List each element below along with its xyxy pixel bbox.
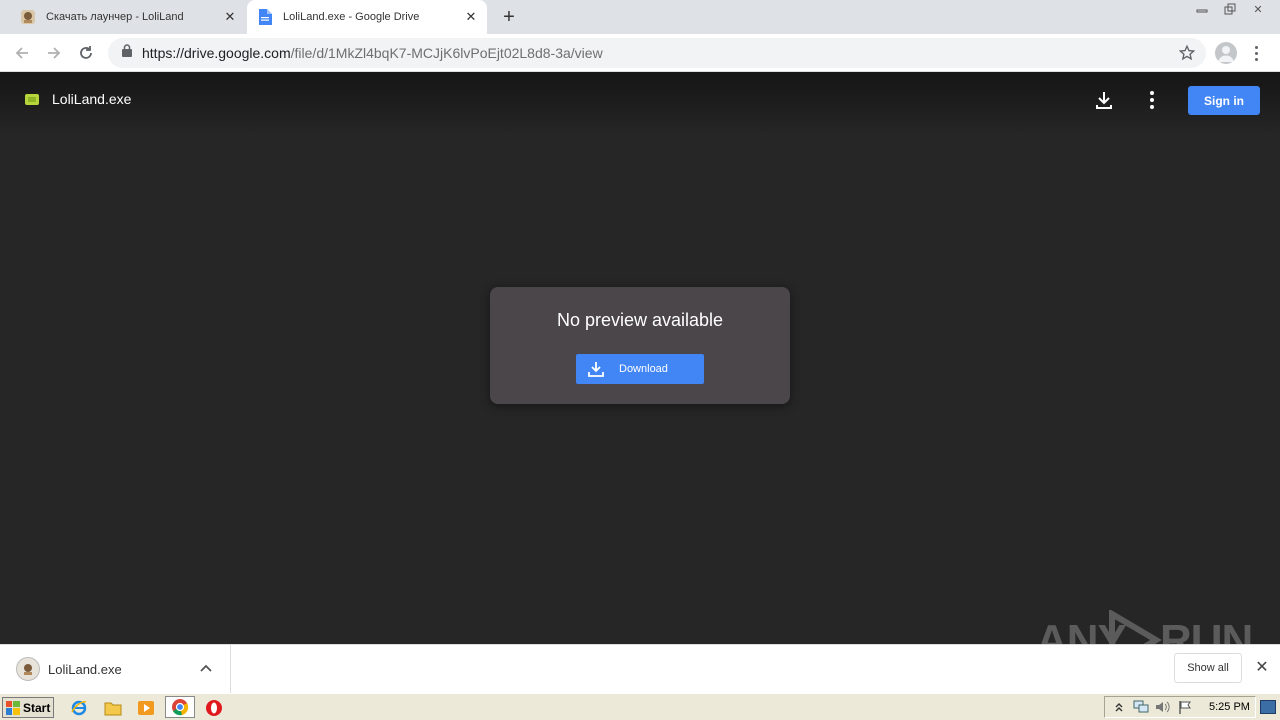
close-window-icon[interactable]: ✕ bbox=[1244, 0, 1272, 18]
bookmark-star-icon[interactable] bbox=[1178, 44, 1196, 62]
lock-icon bbox=[122, 44, 134, 62]
loliland-app-icon bbox=[16, 657, 40, 681]
window-controls: ✕ bbox=[1188, 0, 1272, 18]
download-shelf: LoliLand.exe Show all ✕ bbox=[0, 644, 1280, 693]
no-preview-message: No preview available bbox=[556, 310, 724, 330]
browser-menu-icon[interactable] bbox=[1248, 42, 1264, 64]
browser-toolbar: https://drive.google.com/file/d/1MkZl4bq… bbox=[0, 34, 1280, 72]
internet-explorer-icon[interactable] bbox=[69, 698, 89, 718]
tab-google-drive[interactable]: LoliLand.exe - Google Drive ✕ bbox=[247, 0, 487, 34]
viewer-header: LoliLand.exe Sign in bbox=[0, 72, 1280, 136]
opera-icon[interactable] bbox=[204, 698, 224, 718]
sign-in-button[interactable]: Sign in bbox=[1188, 86, 1260, 115]
volume-icon[interactable] bbox=[1155, 699, 1171, 715]
forward-arrow-icon[interactable] bbox=[42, 41, 66, 65]
show-desktop-button[interactable] bbox=[1260, 700, 1276, 714]
url-text: https://drive.google.com/file/d/1MkZl4bq… bbox=[142, 45, 603, 61]
tab-close-icon[interactable]: ✕ bbox=[220, 7, 240, 27]
download-item[interactable]: LoliLand.exe bbox=[0, 645, 231, 693]
download-icon[interactable] bbox=[1093, 89, 1115, 111]
reload-icon[interactable] bbox=[74, 41, 98, 65]
tab-close-icon[interactable]: ✕ bbox=[461, 7, 481, 27]
clock[interactable]: 5:25 PM bbox=[1209, 701, 1250, 713]
new-tab-button[interactable]: + bbox=[498, 7, 520, 29]
url-host: https://drive.google.com bbox=[142, 45, 291, 61]
browser-tab-strip: Скачать лаунчер - LoliLand ✕ LoliLand.ex… bbox=[0, 0, 1280, 34]
tray-expand-icon[interactable] bbox=[1111, 699, 1127, 715]
start-button[interactable]: Start bbox=[2, 697, 54, 718]
file-name: LoliLand.exe bbox=[52, 91, 132, 107]
loliland-favicon-icon bbox=[20, 9, 36, 25]
google-docs-file-icon bbox=[257, 9, 273, 25]
download-icon bbox=[587, 360, 605, 378]
address-bar[interactable]: https://drive.google.com/file/d/1MkZl4bq… bbox=[108, 38, 1206, 68]
tab-title: Скачать лаунчер - LoliLand bbox=[46, 11, 184, 23]
more-options-icon[interactable] bbox=[1144, 89, 1160, 111]
windows-flag-icon bbox=[6, 700, 20, 715]
action-center-flag-icon[interactable] bbox=[1177, 699, 1193, 715]
chrome-icon[interactable] bbox=[165, 696, 195, 718]
restore-icon[interactable] bbox=[1216, 0, 1244, 18]
back-arrow-icon[interactable] bbox=[10, 41, 34, 65]
download-file-name: LoliLand.exe bbox=[48, 661, 122, 677]
profile-avatar-icon[interactable] bbox=[1215, 42, 1237, 64]
download-button[interactable]: Download bbox=[576, 354, 704, 384]
network-icon[interactable] bbox=[1133, 699, 1149, 715]
exe-file-icon bbox=[25, 94, 39, 105]
windows-taskbar: Start 5:25 PM bbox=[0, 693, 1280, 720]
no-preview-card: No preview available Download bbox=[490, 287, 790, 404]
show-all-button[interactable]: Show all bbox=[1174, 653, 1242, 683]
folder-icon[interactable] bbox=[103, 698, 123, 718]
start-label: Start bbox=[23, 700, 51, 715]
url-path: /file/d/1MkZl4bqK7-MCJjK6lvPoEjt02L8d8-3… bbox=[290, 45, 603, 61]
media-player-icon[interactable] bbox=[136, 698, 156, 718]
close-shelf-icon[interactable]: ✕ bbox=[1253, 659, 1271, 677]
download-button-label: Download bbox=[619, 363, 668, 375]
drive-viewer: LoliLand.exe Sign in No preview availabl… bbox=[0, 72, 1280, 670]
minimize-icon[interactable] bbox=[1188, 0, 1216, 18]
tab-loliland-launcher[interactable]: Скачать лаунчер - LoliLand ✕ bbox=[10, 0, 246, 34]
chevron-up-icon[interactable] bbox=[198, 661, 214, 677]
tab-title: LoliLand.exe - Google Drive bbox=[283, 11, 420, 23]
